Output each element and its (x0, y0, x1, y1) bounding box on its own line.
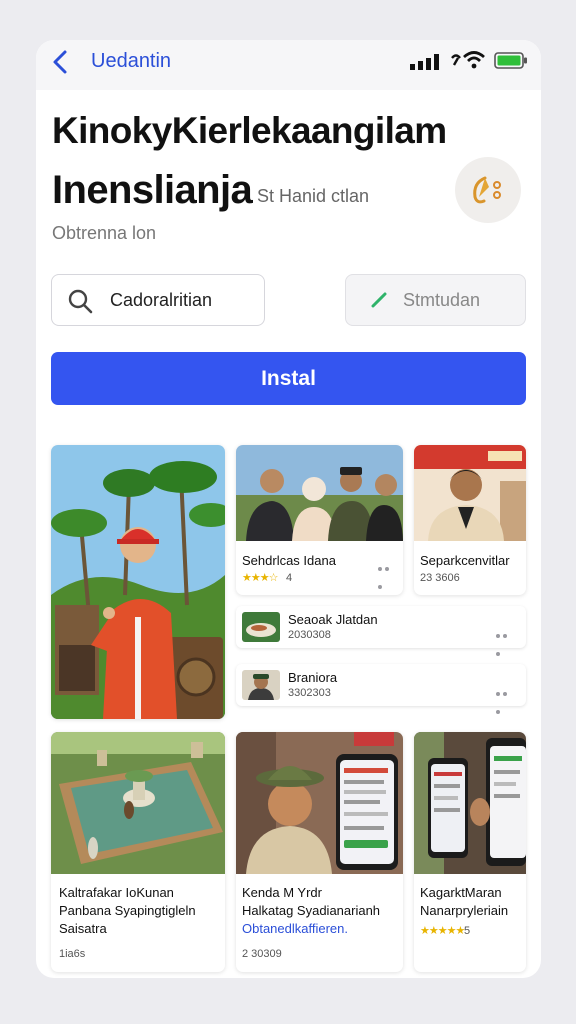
tile-title: Separkcenvitlar (420, 553, 510, 568)
app-logo (455, 157, 521, 223)
secondary-button[interactable]: Stmtudan (345, 274, 526, 326)
page-title: KinokyKierlekaangilam (52, 110, 447, 151)
phones-photo (414, 732, 526, 874)
pencil-icon (371, 292, 387, 308)
secondary-button-label: Stmtudan (403, 290, 481, 310)
star-rating: ★★★★★ (420, 925, 465, 937)
search-input[interactable]: Cadoralritian (110, 290, 212, 311)
group-photo (236, 445, 403, 541)
media-tile-portrait[interactable]: Separkcenvitlar 23 3606 (414, 445, 526, 595)
more-icon[interactable] (496, 625, 516, 656)
app-promo-photo (236, 732, 403, 874)
battery-icon (494, 52, 527, 69)
list-item-meta: 3302303 (288, 687, 331, 699)
garden-photo (51, 732, 225, 874)
tile-meta: 23 3606 (420, 572, 460, 584)
media-tile-phones[interactable]: KagarktMaran Nanarpryleriain ★★★★★ 5 (414, 732, 526, 972)
more-icon[interactable] (496, 683, 516, 714)
app-card: Uedantin KinokyKierlekaangilam Inenslian… (36, 40, 541, 978)
caption-text: Obtrenna lon (52, 223, 157, 243)
developer-label: St Hanid ctlan (257, 186, 370, 206)
tile-title: Sehdrlcas Idana (242, 553, 336, 568)
tile-title: Kaltrafakar IoKunan (59, 885, 174, 900)
signal-icon (410, 54, 439, 70)
search-icon (68, 289, 93, 314)
list-item[interactable]: Braniora 3302303 (236, 664, 526, 714)
tile-link[interactable]: Obtanedlkaffieren. (242, 920, 348, 938)
portrait-photo (414, 445, 526, 541)
wifi-icon (451, 51, 485, 69)
list-item-title: Seaoak Jlatdan (288, 612, 378, 627)
back-icon[interactable] (50, 48, 72, 76)
search-field[interactable]: Cadoralritian (51, 274, 265, 326)
list-item-title: Braniora (288, 670, 338, 685)
trumpet-icon (473, 176, 501, 204)
tile-meta: 1ia6s (59, 948, 86, 960)
hero-photo (51, 445, 225, 719)
tile-subtitle: Panbana Syapingtigleln (59, 903, 196, 918)
tile-title: KagarktMaran (420, 885, 502, 900)
more-icon[interactable] (378, 558, 398, 589)
list-item-meta: 2030308 (288, 629, 331, 641)
list-item[interactable]: Seaoak Jlatdan 2030308 (236, 606, 526, 656)
list-item-thumbnail (242, 670, 280, 700)
tile-tagline: Saisatra (59, 921, 107, 936)
status-bar: Uedantin (36, 40, 541, 90)
star-rating: ★★★☆ (242, 572, 278, 584)
rating-count: 5 (464, 925, 471, 937)
media-tile-app-promo[interactable]: Kenda M Yrdr Halkatag Syadianarianh Obta… (236, 732, 403, 972)
tile-title: Kenda M Yrdr (242, 885, 322, 900)
page-title-line2: Inenslianja (52, 168, 253, 212)
back-label[interactable]: Uedantin (91, 50, 171, 73)
media-tile-garden[interactable]: Kaltrafakar IoKunan Panbana Syapingtigle… (51, 732, 225, 972)
install-button[interactable]: Instal (51, 352, 526, 405)
list-item-thumbnail (242, 612, 280, 642)
media-tile-group[interactable]: Sehdrlcas Idana ★★★☆ 4 (236, 445, 403, 595)
media-tile-hero[interactable] (51, 445, 225, 719)
tile-subtitle: Halkatag Syadianarianh (242, 903, 381, 918)
rating-count: 4 (286, 572, 293, 584)
tile-meta: 2 30309 (242, 948, 282, 960)
tile-subtitle: Nanarpryleriain (420, 903, 509, 918)
